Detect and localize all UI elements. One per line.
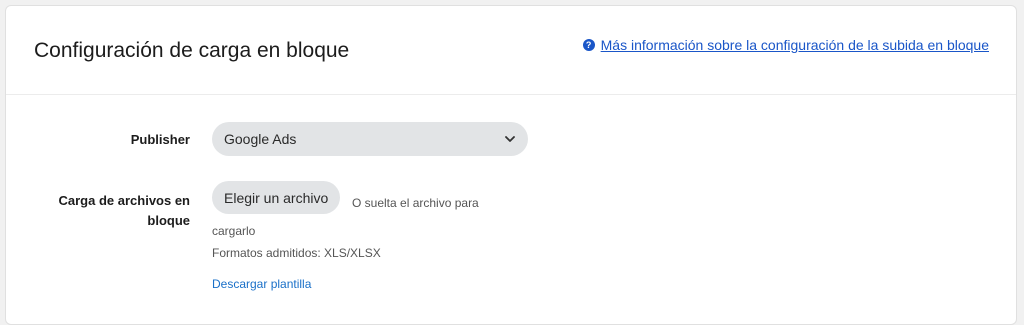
- publisher-label: Publisher: [130, 132, 190, 147]
- publisher-select-value: Google Ads: [224, 131, 297, 147]
- choose-file-button[interactable]: Elegir un archivo: [212, 181, 341, 214]
- help-link-text: Más información sobre la configuración d…: [600, 37, 989, 53]
- download-template-link[interactable]: Descargar plantilla: [212, 277, 311, 291]
- help-link[interactable]: ? Más información sobre la configuración…: [582, 37, 989, 53]
- card-header: Configuración de carga en bloque ? Más i…: [6, 6, 1016, 95]
- publisher-select[interactable]: Google Ads: [212, 122, 528, 156]
- supported-formats: Formatos admitidos: XLS/XLSX: [212, 246, 381, 260]
- page-title: Configuración de carga en bloque: [34, 39, 350, 62]
- bulk-upload-config-card: Configuración de carga en bloque ? Más i…: [5, 5, 1017, 325]
- bulk-upload-label: Carga de archivos en bloque: [58, 193, 191, 228]
- chevron-down-icon: [505, 136, 515, 142]
- question-circle-icon: ?: [582, 39, 595, 51]
